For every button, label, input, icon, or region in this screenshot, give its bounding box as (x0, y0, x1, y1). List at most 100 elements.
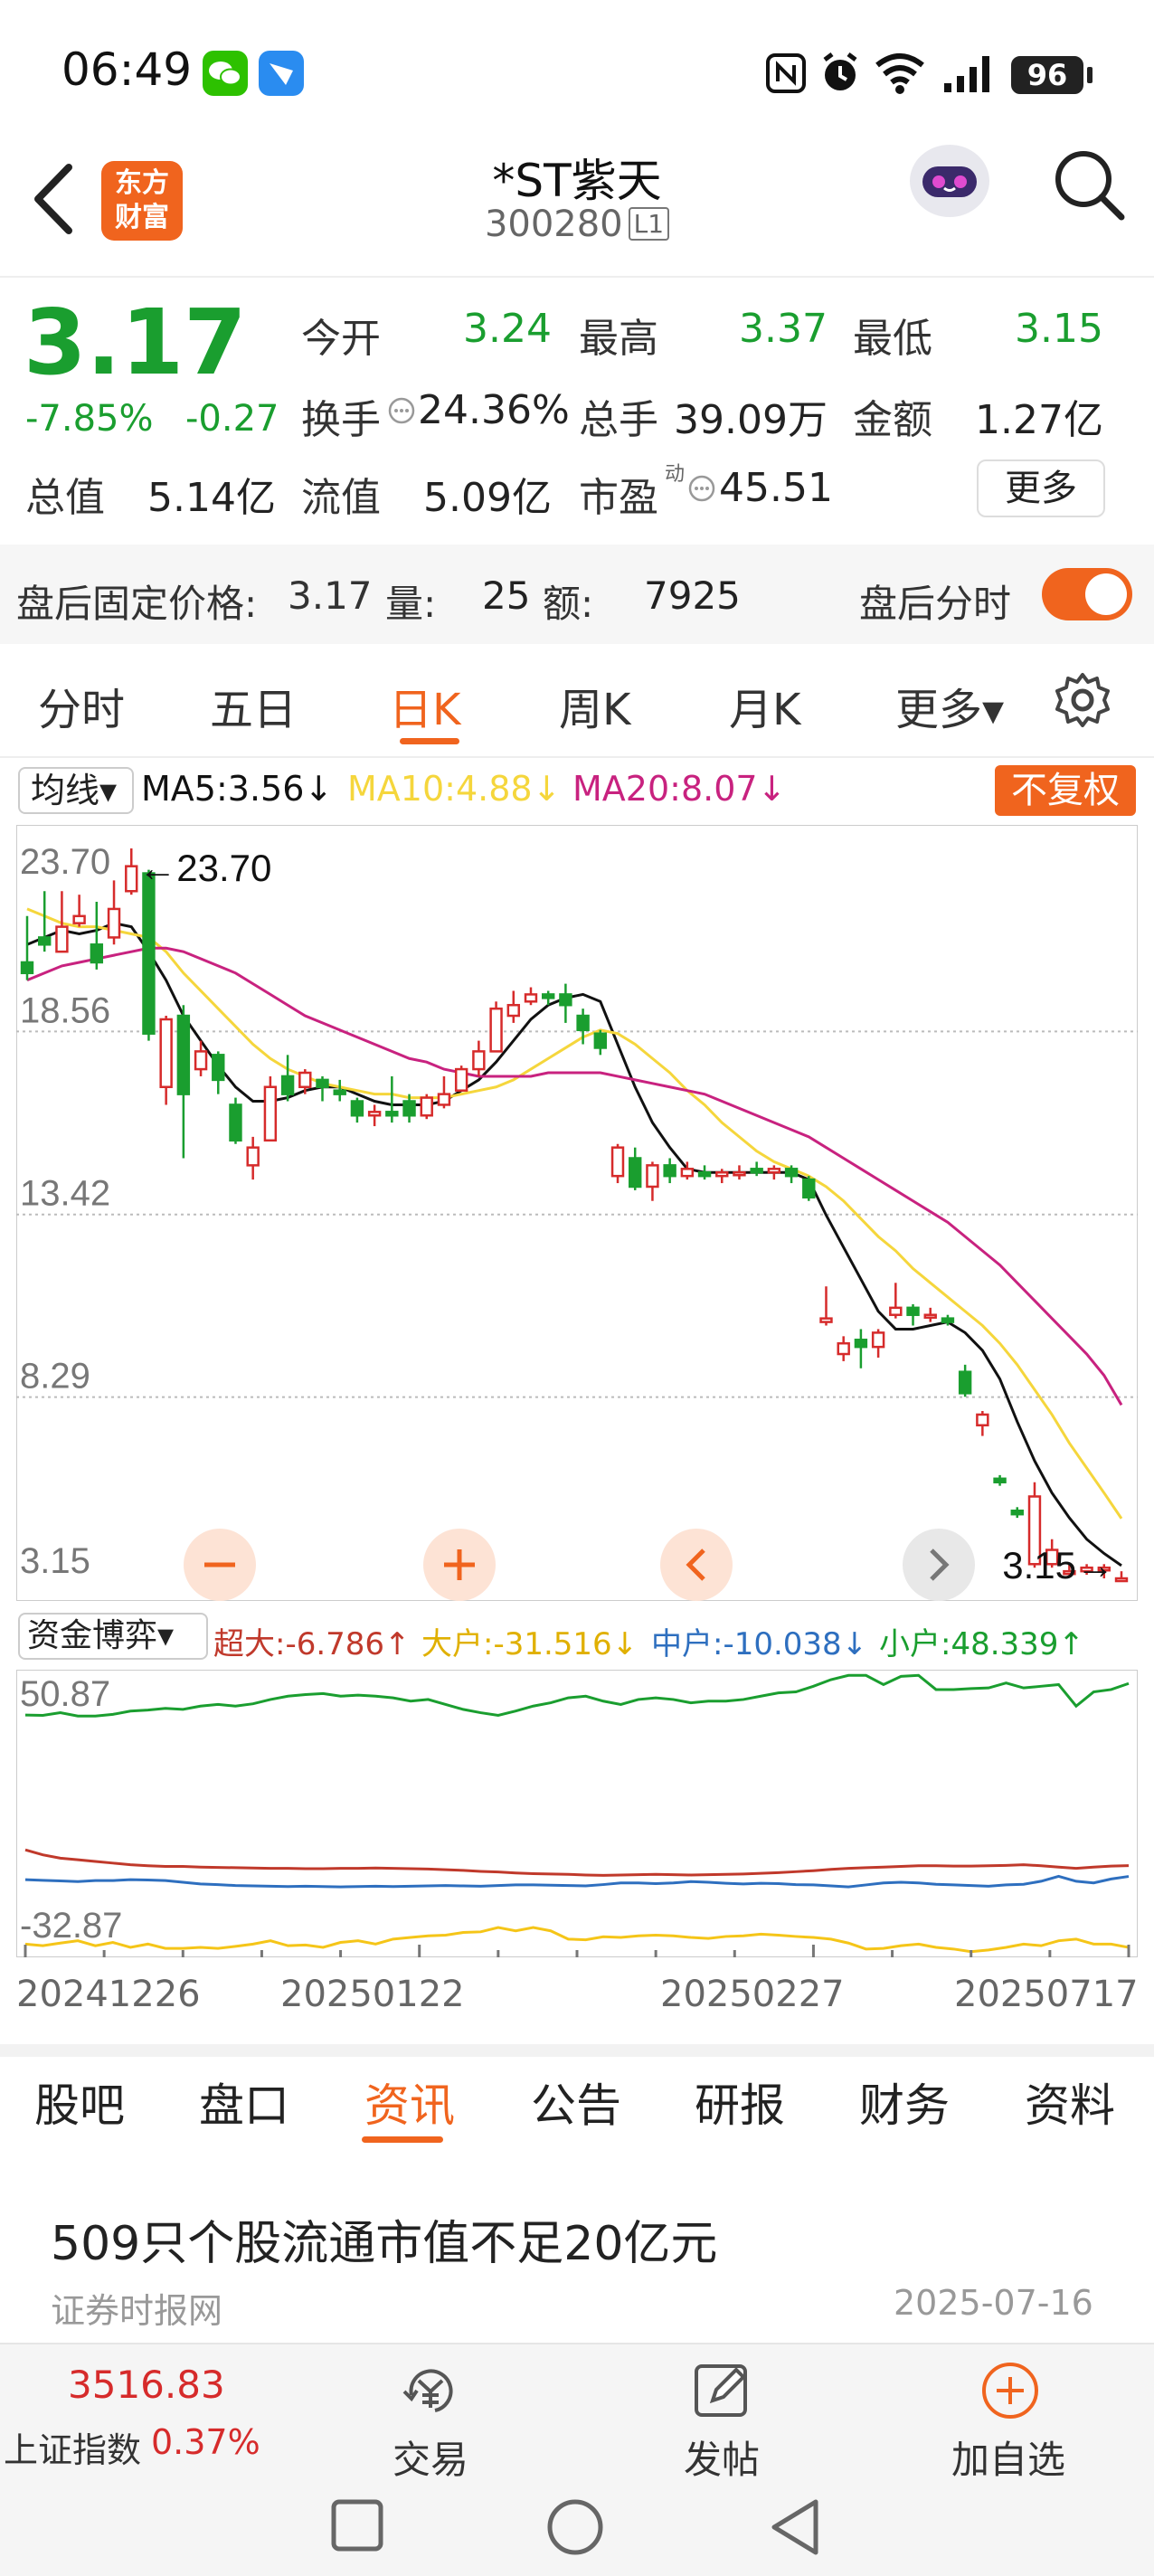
flow-y-tick: -32.87 (20, 1906, 122, 1946)
tab-more[interactable]: 更多▾ (895, 674, 1004, 737)
toggle-knob (1085, 573, 1127, 615)
indicator-select[interactable]: 均线▾ (18, 767, 134, 814)
post-icon[interactable] (691, 2359, 754, 2422)
after-hours-vol-label: 量: (385, 582, 437, 626)
change-percent: -7.85% (25, 398, 154, 440)
tab-intraday[interactable]: 分时 (38, 674, 125, 737)
candle (454, 1065, 468, 1092)
flow-small-label: 小户:48.339↑ (879, 1626, 1084, 1662)
assistant-robot-icon[interactable] (904, 136, 995, 226)
market-cap-label: 总值 (25, 475, 105, 521)
flow-medium-label: 中户:-10.038↓ (651, 1626, 868, 1662)
last-price: 3.17 (24, 289, 247, 395)
add-watchlist-label[interactable]: 加自选 (951, 2429, 1065, 2485)
news-title[interactable]: 509只个股流通市值不足20亿元 (51, 2205, 717, 2273)
volume-value: 39.09万 (674, 397, 828, 443)
turnover-label: 换手 (301, 397, 381, 443)
news-date: 2025-07-16 (894, 2283, 1093, 2323)
tab-announcements[interactable]: 公告 (531, 2069, 621, 2135)
kline-chart[interactable]: 23.70 18.56 13.42 8.29 3.15 ←23.70 3.15→ (16, 825, 1138, 1601)
x-date-end: 20250717 (954, 1974, 1139, 2015)
trade-label[interactable]: 交易 (393, 2429, 468, 2485)
active-tab-indicator (400, 738, 459, 744)
nfc-icon (765, 52, 807, 98)
y-tick-label: 18.56 (20, 990, 110, 1030)
tab-daily-k[interactable]: 日K (389, 674, 460, 737)
y-tick-label: 3.15 (20, 1541, 90, 1581)
kline-frame (16, 825, 1138, 1601)
float-cap-value: 5.09亿 (423, 475, 552, 521)
search-icon[interactable] (1049, 145, 1130, 226)
news-source: 证券时报网 (51, 2291, 223, 2331)
level-tag: L1 (628, 207, 670, 241)
after-hours-bar: 盘后固定价格: 3.17 量: 25 额: 7925 盘后分时 (0, 545, 1154, 644)
after-hours-chart-label: 盘后分时 (859, 582, 1012, 626)
adjust-mode-button[interactable]: 不复权 (995, 765, 1136, 816)
after-hours-amt: 7925 (644, 573, 741, 618)
candle (802, 1176, 816, 1201)
trade-icon[interactable] (399, 2359, 462, 2422)
max-price-annotation: ←23.70 (138, 847, 271, 889)
pan-left-button[interactable] (660, 1529, 733, 1601)
change-amount: -0.27 (185, 398, 279, 440)
more-quote-button[interactable]: 更多 (977, 459, 1105, 517)
index-label[interactable]: 上证指数 (4, 2422, 141, 2472)
pe-info-icon[interactable] (687, 474, 716, 507)
tab-order-book[interactable]: 盘口 (199, 2069, 289, 2135)
turnover-value: 24.36% (418, 387, 570, 433)
high-label: 最高 (579, 316, 658, 362)
pan-right-button[interactable] (903, 1529, 975, 1601)
tab-forum[interactable]: 股吧 (34, 2069, 125, 2135)
wifi-icon (874, 52, 926, 98)
amount-label: 金额 (853, 397, 932, 443)
tab-weekly-k[interactable]: 周K (559, 674, 630, 737)
float-cap-label: 流值 (301, 475, 381, 521)
open-label: 今开 (301, 316, 381, 362)
tab-profile[interactable]: 资料 (1025, 2069, 1115, 2135)
index-change-pct: 0.37% (151, 2422, 260, 2462)
candle (229, 1097, 242, 1144)
alarm-icon (818, 51, 863, 99)
feishu-icon (259, 51, 304, 96)
after-hours-label: 盘后固定价格: (16, 582, 258, 626)
y-tick-label: 8.29 (20, 1357, 90, 1397)
post-label[interactable]: 发帖 (684, 2429, 760, 2485)
home-button[interactable] (546, 2498, 604, 2560)
header-divider (0, 276, 1154, 278)
index-value[interactable]: 3516.83 (68, 2363, 225, 2407)
pe-dynamic-sup: 动 (665, 463, 686, 486)
battery-indicator: 96 (1011, 56, 1083, 94)
low-label: 最低 (853, 316, 932, 362)
y-tick-label: 23.70 (20, 842, 110, 882)
capital-flow-chart[interactable]: 50.87 -32.87 (16, 1670, 1138, 1957)
stock-code: 300280 (484, 204, 623, 245)
gear-icon[interactable] (1052, 669, 1113, 731)
tab-five-day[interactable]: 五日 (210, 674, 297, 737)
amount-value: 1.27亿 (975, 397, 1103, 443)
tab-monthly-k[interactable]: 月K (729, 674, 800, 737)
open-value: 3.24 (463, 306, 552, 352)
status-bar: 06:49 96 (0, 0, 1154, 136)
tab-news[interactable]: 资讯 (364, 2069, 455, 2135)
ma5-label: MA5:3.56↓ (141, 769, 334, 809)
add-watchlist-icon[interactable] (979, 2359, 1042, 2422)
turnover-info-icon[interactable] (387, 396, 416, 429)
flow-super-label: 超大:-6.786↑ (213, 1626, 411, 1662)
active-info-tab-indicator (362, 2136, 443, 2143)
x-date-3: 20250227 (660, 1974, 845, 2015)
tab-finance[interactable]: 财务 (859, 2069, 950, 2135)
volume-label: 总手 (579, 397, 658, 443)
recent-apps-button[interactable] (330, 2498, 384, 2556)
flow-indicator-select[interactable]: 资金博弈▾ (18, 1613, 208, 1660)
pe-value: 45.51 (719, 465, 833, 511)
after-hours-price: 3.17 (288, 573, 373, 618)
ma10-label: MA10:4.88↓ (347, 769, 562, 809)
tab-research[interactable]: 研报 (695, 2069, 785, 2135)
tabs-divider (0, 756, 1154, 758)
after-hours-vol: 25 (482, 573, 531, 618)
back-nav-button[interactable] (769, 2498, 823, 2560)
candle (263, 1075, 278, 1142)
ma20-label: MA20:8.07↓ (572, 769, 787, 809)
after-hours-toggle[interactable] (1042, 568, 1132, 620)
x-date-start: 20241226 (16, 1974, 201, 2015)
